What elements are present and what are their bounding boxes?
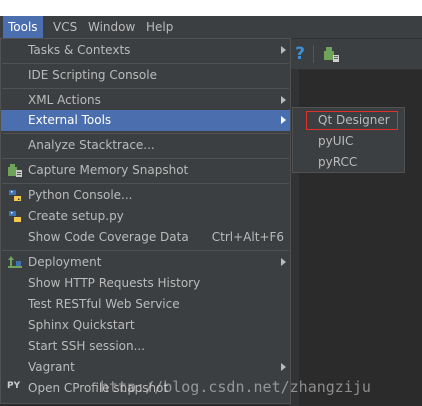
menu-item-sphinx-quickstart[interactable]: Sphinx Quickstart (1, 315, 290, 336)
menu-item-deployment[interactable]: Deployment (1, 252, 290, 273)
help-icon[interactable]: ? (292, 43, 308, 65)
menu-item-label: Start SSH session... (28, 339, 146, 353)
menu-separator (2, 158, 289, 159)
menu-item-show-http-requests[interactable]: Show HTTP Requests History (1, 273, 290, 294)
menu-vcs[interactable]: VCS (48, 16, 82, 38)
menu-item-label: External Tools (28, 113, 112, 127)
menu-item-python-console[interactable]: Python Console... (1, 185, 290, 206)
menu-item-label: Show HTTP Requests History (28, 276, 201, 290)
menu-item-start-ssh-session[interactable]: Start SSH session... (1, 336, 290, 357)
python-setup-icon (9, 211, 21, 222)
menu-item-vagrant[interactable]: Vagrant (1, 357, 290, 378)
menu-item-ide-scripting-console[interactable]: IDE Scripting Console (1, 65, 290, 86)
submenu-item-label: pyUIC (318, 134, 354, 148)
submenu-arrow-icon (281, 116, 286, 124)
menu-item-label: Vagrant (28, 360, 75, 374)
submenu-item-pyuic[interactable]: pyUIC (293, 131, 404, 152)
android-sdk-icon[interactable] (320, 45, 340, 63)
menu-item-label: Capture Memory Snapshot (28, 163, 189, 177)
menu-item-label: Tasks & Contexts (28, 43, 131, 57)
cprofile-icon: PY (7, 381, 21, 391)
menu-separator (2, 88, 289, 89)
menu-item-create-setup-py[interactable]: Create setup.py (1, 206, 290, 227)
window-top-strip (0, 0, 422, 16)
menu-item-shortcut: Ctrl+Alt+F6 (211, 230, 284, 244)
menu-item-label: Show Code Coverage Data (28, 230, 189, 244)
menu-separator (2, 63, 289, 64)
menu-item-label: IDE Scripting Console (28, 68, 157, 82)
tools-menu: Tasks & Contexts IDE Scripting Console X… (0, 38, 291, 404)
menu-separator (2, 250, 289, 251)
deployment-icon (8, 256, 22, 268)
python-icon (9, 190, 21, 201)
menu-item-capture-memory-snapshot[interactable]: Capture Memory Snapshot (1, 160, 290, 181)
menu-item-label: Analyze Stacktrace... (28, 138, 155, 152)
submenu-arrow-icon (281, 46, 286, 54)
submenu-item-qt-designer[interactable]: Qt Designer (293, 110, 404, 131)
menu-item-external-tools[interactable]: External Tools (1, 110, 290, 131)
menu-item-label: Test RESTful Web Service (28, 297, 180, 311)
menu-help-label: Help (146, 20, 174, 34)
menu-separator (2, 133, 289, 134)
menu-item-label: XML Actions (28, 93, 101, 107)
menu-item-show-code-coverage[interactable]: Show Code Coverage Data Ctrl+Alt+F6 (1, 227, 290, 248)
submenu-arrow-icon (281, 96, 286, 104)
menu-item-label: Sphinx Quickstart (28, 318, 135, 332)
menu-window-label: Window (88, 20, 136, 34)
menu-window[interactable]: Window (83, 16, 140, 38)
memory-snapshot-icon (8, 164, 22, 177)
submenu-arrow-icon (281, 363, 286, 371)
menu-item-label: Create setup.py (28, 209, 124, 223)
submenu-item-label: pyRCC (318, 155, 358, 169)
menu-vcs-label: VCS (53, 20, 78, 34)
submenu-item-pyrcc[interactable]: pyRCC (293, 152, 404, 173)
submenu-arrow-icon (281, 258, 286, 266)
menu-item-tasks-contexts[interactable]: Tasks & Contexts (1, 40, 290, 61)
menu-tools[interactable]: Tools (3, 16, 43, 38)
toolbar-separator (313, 45, 314, 63)
menu-item-xml-actions[interactable]: XML Actions (1, 90, 290, 111)
submenu-item-label: Qt Designer (318, 113, 390, 127)
menu-help[interactable]: Help (141, 16, 178, 38)
menu-item-label: Python Console... (28, 188, 133, 202)
external-tools-submenu: Qt Designer pyUIC pyRCC (292, 107, 405, 173)
menu-tools-label: Tools (8, 20, 38, 34)
menu-item-test-restful[interactable]: Test RESTful Web Service (1, 294, 290, 315)
menu-bar: Tools VCS Window Help (0, 16, 422, 39)
menu-item-analyze-stacktrace[interactable]: Analyze Stacktrace... (1, 135, 290, 156)
menu-separator (2, 183, 289, 184)
menu-item-label: Deployment (28, 255, 102, 269)
watermark-text: http://blog.csdn.net/zhangziju (100, 378, 371, 396)
